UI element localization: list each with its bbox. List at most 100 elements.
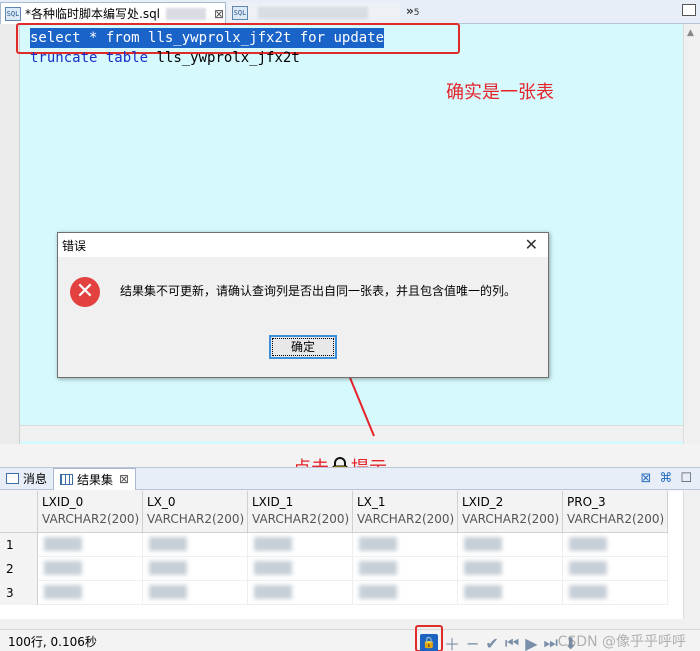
first-record-icon[interactable]: ⏮ [505,633,519,651]
editor-vertical-scrollbar[interactable]: ▲ [683,24,700,444]
lock-icon[interactable]: 🔒 [420,634,438,651]
blurred-value [149,585,187,599]
table-row[interactable]: 2 [0,557,668,581]
table-cell[interactable] [248,557,353,581]
add-row-icon[interactable]: ＋ [444,631,460,651]
column-type: VARCHAR2(200) [462,512,560,526]
kw-select: select [30,30,81,46]
blurred-value [254,585,292,599]
kw-update: update [333,30,385,46]
maximize-icon[interactable] [682,4,696,16]
collapse-icon[interactable]: ⊠ [640,471,651,486]
column-type: VARCHAR2(200) [357,512,455,526]
column-header[interactable]: LXID_1 VARCHAR2(200) [248,491,353,533]
code-line-2[interactable]: truncate table lls_ywprolx_jfx2t [30,48,384,68]
table-row[interactable]: 3 [0,581,668,605]
next-record-icon[interactable]: ▶ [525,634,537,651]
grid-vertical-scrollbar[interactable] [683,491,700,619]
sql-file-icon: SQL [232,6,248,20]
table-cell[interactable] [143,557,248,581]
close-icon[interactable]: ⊠ [119,472,129,486]
code-token: lls_ywprolx_jfx2t [148,50,300,66]
pin-icon[interactable]: ⌘ [659,471,672,486]
grid-icon [60,473,74,485]
column-header[interactable]: LXID_0 VARCHAR2(200) [38,491,143,533]
column-header[interactable]: LXID_2 VARCHAR2(200) [458,491,563,533]
editor-controls [682,4,696,16]
column-name: PRO_3 [567,495,606,509]
blurred-value [149,561,187,575]
kw-from: from [105,30,140,46]
column-header[interactable]: PRO_3 VARCHAR2(200) [563,491,668,533]
code-token: * [80,30,106,46]
tab-result-set[interactable]: 结果集 ⊠ [53,467,137,490]
grid-horizontal-scrollbar[interactable] [0,619,700,629]
overflow-count: 5 [413,8,420,18]
column-type: VARCHAR2(200) [252,512,350,526]
scroll-up-icon[interactable]: ▲ [687,28,694,38]
ide-window: SQL *各种临时脚本编写处.sql ⊠ SQL »5 select * fro… [0,0,700,651]
table-cell[interactable] [563,581,668,605]
tab-messages[interactable]: 消息 [0,468,53,490]
result-grid[interactable]: LXID_0 VARCHAR2(200) LX_0 VARCHAR2(200) LX… [0,491,683,619]
table-cell[interactable] [563,533,668,557]
tab-second-script[interactable]: SQL [228,2,400,24]
blurred-value [254,537,292,551]
delete-row-icon[interactable]: − [466,634,479,651]
close-icon[interactable]: ⊠ [214,7,224,21]
row-number: 1 [0,533,38,557]
table-cell[interactable] [458,581,563,605]
commit-icon[interactable]: ✔ [485,634,498,651]
code-token: lls_ywprolx_jfx2t [139,30,300,46]
sql-file-icon: SQL [5,6,21,21]
blurred-value [359,561,397,575]
maximize-icon[interactable]: ☐ [680,471,692,486]
tab-overflow-button[interactable]: »5 [406,4,420,18]
column-name: LX_0 [147,495,176,509]
column-name: LXID_2 [462,495,504,509]
table-cell[interactable] [248,581,353,605]
table-cell[interactable] [353,581,458,605]
column-name: LXID_1 [252,495,294,509]
table-cell[interactable] [143,533,248,557]
editor-horizontal-scrollbar[interactable] [20,425,683,441]
row-number: 2 [0,557,38,581]
table-cell[interactable] [458,533,563,557]
table-cell[interactable] [248,533,353,557]
message-icon [6,473,19,484]
dialog-title-bar: 错误 ✕ [58,233,548,257]
tab-temp-scripts[interactable]: SQL *各种临时脚本编写处.sql ⊠ [0,2,226,24]
code-line-1[interactable]: select * from lls_ywprolx_jfx2t for upda… [30,28,385,48]
panel-tab-bar: 消息 结果集 ⊠ ⊠ ⌘ ☐ [0,467,700,490]
kw-for: for [299,30,326,46]
blurred-value [254,561,292,575]
column-name: LX_1 [357,495,386,509]
blurred-value [464,537,502,551]
table-cell[interactable] [38,533,143,557]
table-cell[interactable] [563,557,668,581]
table-row[interactable]: 1 [0,533,668,557]
table-cell[interactable] [458,557,563,581]
kw-truncate: truncate [30,50,98,66]
column-type: VARCHAR2(200) [42,512,140,526]
column-header[interactable]: LX_1 VARCHAR2(200) [353,491,458,533]
column-header[interactable]: LX_0 VARCHAR2(200) [143,491,248,533]
ok-button[interactable]: 确定 [269,335,337,359]
grid-header: LXID_0 VARCHAR2(200) LX_0 VARCHAR2(200) LX… [0,491,668,533]
table-cell[interactable] [38,581,143,605]
grid-toolbar: 🔒 ＋ − ✔ ⏮ ▶ ⏭ ⬇ [420,631,577,651]
table-cell[interactable] [38,557,143,581]
panel-controls: ⊠ ⌘ ☐ [640,471,692,486]
blurred-text [258,7,368,19]
column-name: LXID_0 [42,495,84,509]
blurred-value [149,537,187,551]
table-cell[interactable] [353,557,458,581]
table-cell[interactable] [143,581,248,605]
dialog-message: 结果集不可更新，请确认查询列是否出自同一张表，并且包含值唯一的列。 [120,284,517,298]
close-icon[interactable]: ✕ [525,235,538,254]
blurred-value [569,561,607,575]
code-area[interactable]: select * from lls_ywprolx_jfx2t for upda… [30,28,385,68]
last-record-icon[interactable]: ⏭ [544,633,558,651]
blurred-value [44,537,82,551]
table-cell[interactable] [353,533,458,557]
